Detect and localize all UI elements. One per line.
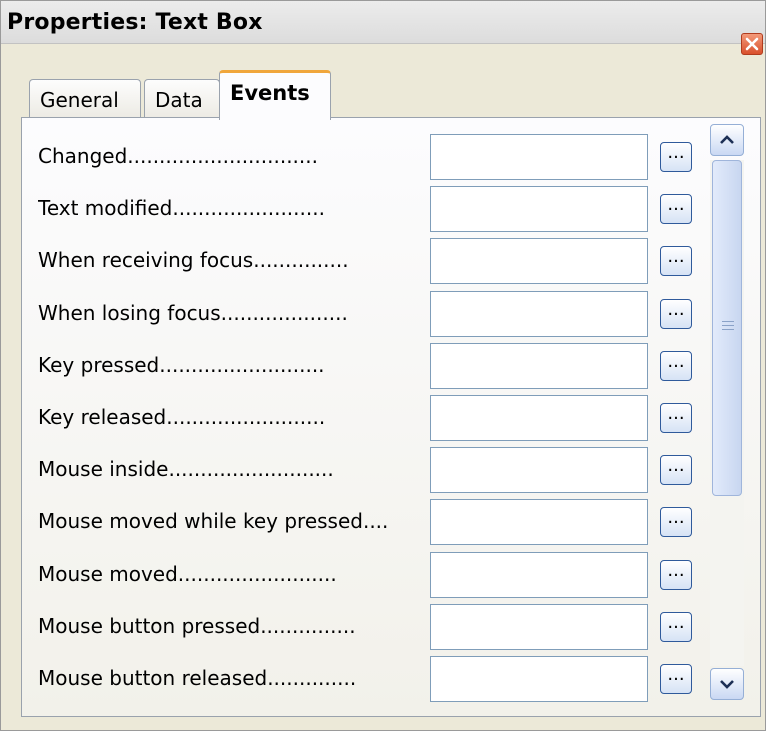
event-row: Mouse inside............................… <box>22 447 702 494</box>
event-macro-field[interactable] <box>430 342 648 389</box>
tab-general[interactable]: General <box>29 79 141 119</box>
event-row: When receiving focus.................. <box>22 238 702 285</box>
tab-data-label: Data <box>155 88 203 112</box>
event-row: Key released............................ <box>22 395 702 441</box>
event-row: Text modified........................... <box>22 186 702 233</box>
event-macro-field[interactable] <box>430 134 648 180</box>
chevron-down-icon <box>720 680 734 689</box>
assign-macro-button[interactable]: ... <box>660 664 692 694</box>
tab-data[interactable]: Data <box>144 79 220 119</box>
events-panel: Changed.................................… <box>21 117 761 717</box>
event-label: When losing focus.................... <box>38 300 348 325</box>
event-label: Mouse inside.......................... <box>38 457 334 482</box>
event-macro-field[interactable] <box>430 238 648 285</box>
tab-general-label: General <box>40 88 119 112</box>
event-row: Mouse button pressed.................. <box>22 603 702 650</box>
event-macro-field[interactable] <box>430 395 648 441</box>
event-row: Mouse moved while key pressed....... <box>22 499 702 546</box>
event-macro-field[interactable] <box>430 551 648 598</box>
vertical-scrollbar[interactable] <box>710 124 746 702</box>
assign-macro-button[interactable]: ... <box>660 298 692 329</box>
close-button[interactable] <box>741 33 763 55</box>
event-label: Mouse button pressed............... <box>38 613 356 638</box>
event-label: Changed.............................. <box>38 144 318 168</box>
tab-events-label: Events <box>230 81 310 105</box>
event-macro-field[interactable] <box>430 186 648 233</box>
event-row: When losing focus....................... <box>22 290 702 337</box>
assign-macro-button[interactable]: ... <box>660 142 692 172</box>
chevron-up-icon <box>720 135 734 144</box>
assign-macro-button[interactable]: ... <box>660 246 692 277</box>
event-label: Mouse button released.............. <box>38 666 357 690</box>
scroll-thumb[interactable] <box>712 160 742 496</box>
properties-dialog: Properties: Text Box General Data Events… <box>0 0 766 731</box>
event-row: Mouse button released................. <box>22 656 702 702</box>
event-label: When receiving focus............... <box>38 248 349 273</box>
assign-macro-button[interactable]: ... <box>660 507 692 538</box>
assign-macro-button[interactable]: ... <box>660 194 692 225</box>
assign-macro-button[interactable]: ... <box>660 611 692 642</box>
grip-icon <box>722 321 734 333</box>
event-macro-field[interactable] <box>430 499 648 546</box>
tab-events[interactable]: Events <box>219 70 331 120</box>
scroll-down-button[interactable] <box>710 668 744 700</box>
event-label: Key pressed.......................... <box>38 352 325 377</box>
event-macro-field[interactable] <box>430 290 648 337</box>
event-row: Mouse moved............................ <box>22 551 702 598</box>
assign-macro-button[interactable]: ... <box>660 350 692 381</box>
scroll-track[interactable] <box>710 160 744 666</box>
close-icon <box>745 37 759 51</box>
event-label: Mouse moved while key pressed.... <box>38 509 389 534</box>
scroll-up-button[interactable] <box>710 124 744 156</box>
title-bar[interactable]: Properties: Text Box <box>1 1 765 44</box>
event-label: Key released......................... <box>38 405 326 429</box>
event-macro-field[interactable] <box>430 656 648 702</box>
event-label: Text modified........................ <box>38 196 325 221</box>
assign-macro-button[interactable]: ... <box>660 403 692 433</box>
event-row: Changed................................. <box>22 134 702 180</box>
event-macro-field[interactable] <box>430 603 648 650</box>
event-macro-field[interactable] <box>430 447 648 494</box>
event-label: Mouse moved......................... <box>38 561 337 586</box>
dialog-title: Properties: Text Box <box>7 10 263 35</box>
assign-macro-button[interactable]: ... <box>660 559 692 590</box>
event-row: Key pressed............................. <box>22 342 702 389</box>
assign-macro-button[interactable]: ... <box>660 455 692 486</box>
